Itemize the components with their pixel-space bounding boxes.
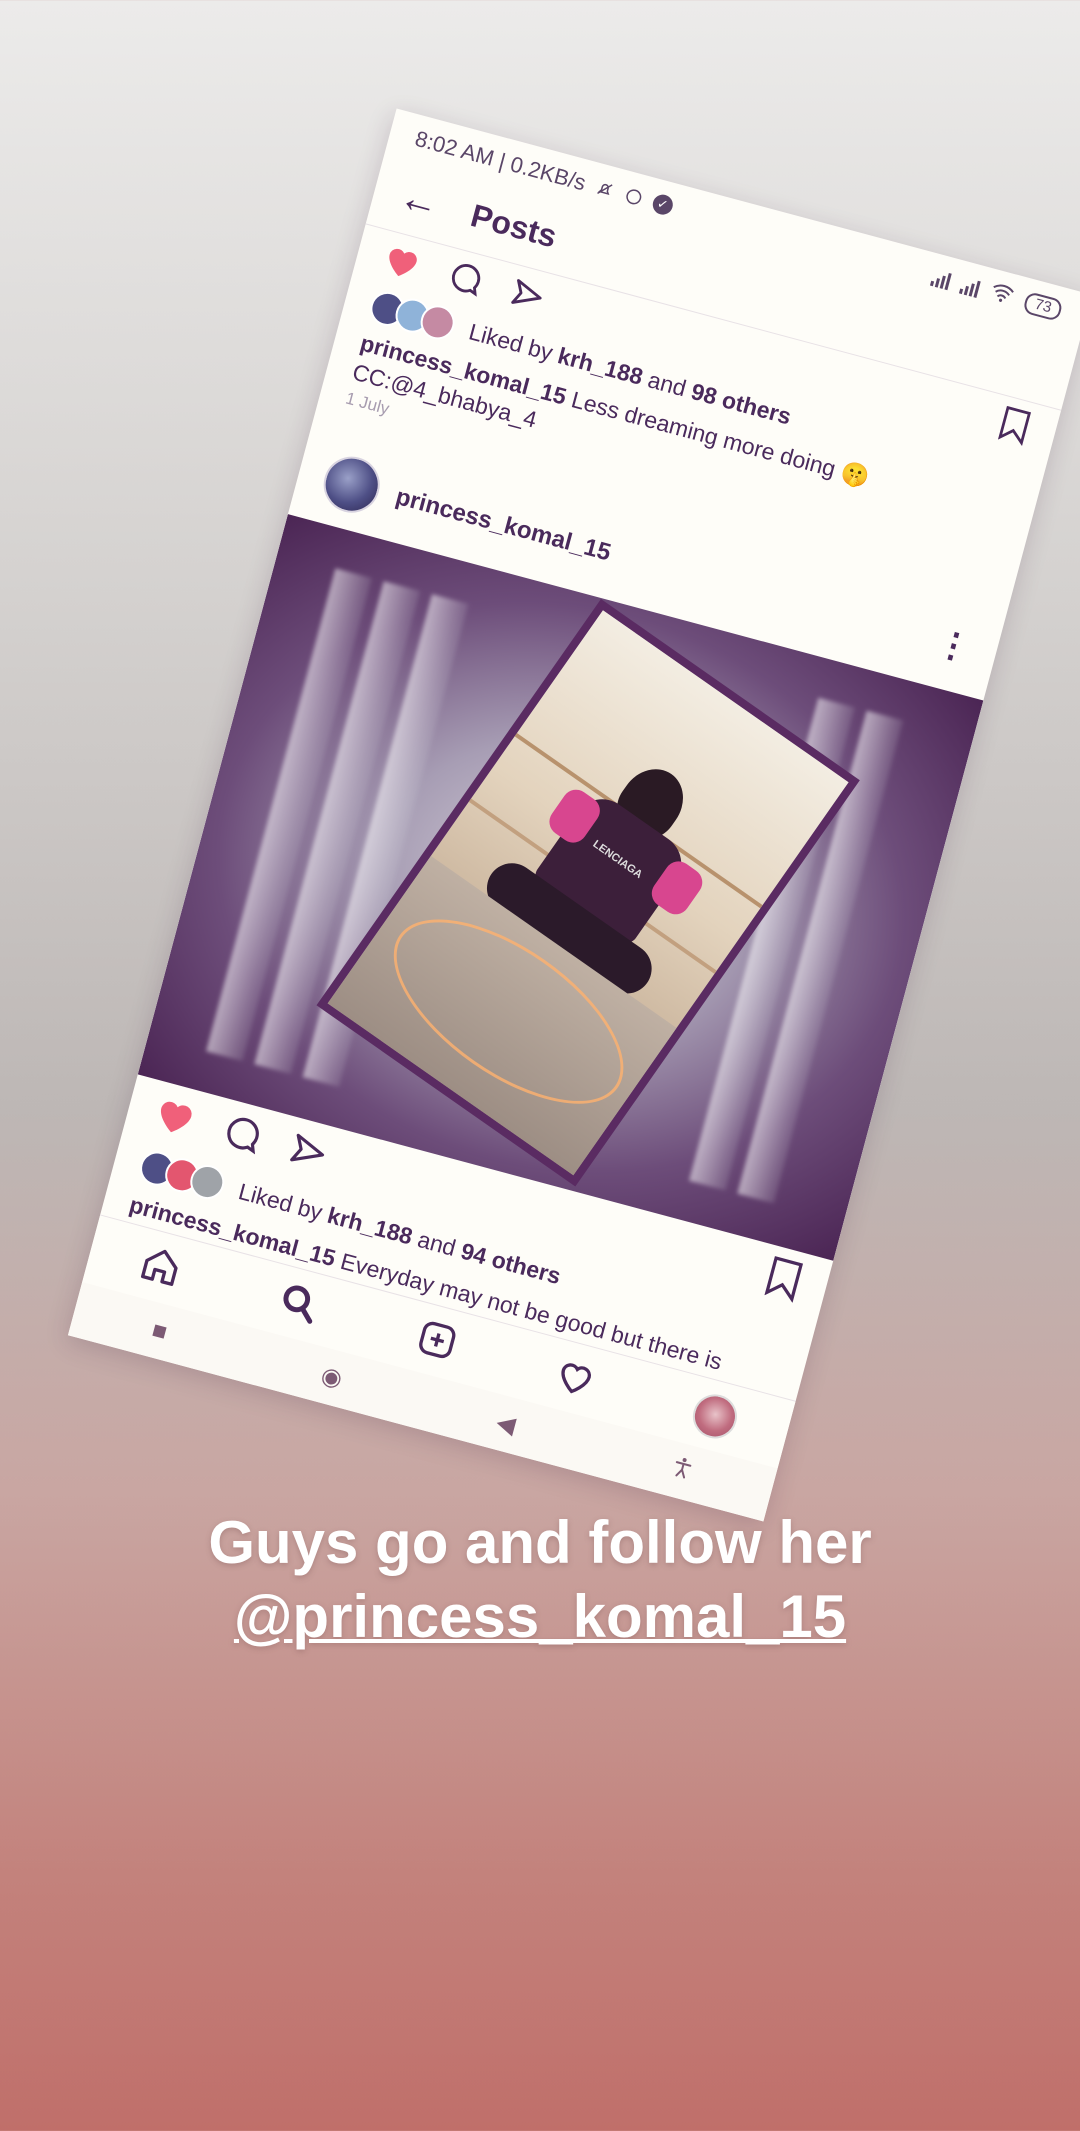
bookmark-icon-prev[interactable] <box>994 403 1034 450</box>
page-title: Posts <box>467 197 561 255</box>
battery-indicator: 73 <box>1022 291 1064 322</box>
overlay-caption-line1: Guys go and follow her <box>208 1509 872 1576</box>
like-icon[interactable] <box>149 1091 201 1143</box>
share-icon[interactable] <box>284 1127 332 1178</box>
mute-icon <box>592 177 616 201</box>
phone-screenshot: 8:02 AM | 0.2KB/s ✓ 73 ← Posts Liked by … <box>67 108 1080 1522</box>
comment-icon[interactable] <box>219 1110 267 1161</box>
home-circle-icon[interactable]: ◉ <box>318 1361 346 1394</box>
signal-icon-2 <box>959 276 982 299</box>
liked-by-and: and <box>645 365 690 401</box>
profile-avatar[interactable] <box>688 1389 743 1444</box>
home-icon[interactable] <box>135 1241 185 1295</box>
signal-icon <box>930 268 953 291</box>
accessibility-icon[interactable] <box>666 1453 697 1489</box>
more-options-icon[interactable]: ⋮ <box>932 623 975 669</box>
recents-square-icon[interactable]: ■ <box>149 1316 170 1347</box>
share-icon-prev[interactable] <box>506 273 549 319</box>
bookmark-icon[interactable] <box>761 1253 806 1307</box>
caption-emoji: 🤫 <box>837 458 873 491</box>
check-badge-icon: ✓ <box>650 192 675 217</box>
back-triangle-icon[interactable]: ◀ <box>493 1408 518 1441</box>
like-icon-prev[interactable] <box>378 239 425 287</box>
overlay-mention-link[interactable]: @princess_komal_15 <box>0 1582 1080 1651</box>
whatsapp-icon <box>621 185 645 209</box>
search-icon[interactable] <box>273 1278 323 1332</box>
new-post-icon[interactable] <box>412 1315 462 1369</box>
back-arrow-icon[interactable]: ← <box>394 174 445 228</box>
liked-by-and: and <box>415 1225 459 1261</box>
avatar[interactable] <box>317 450 387 519</box>
comment-icon-prev[interactable] <box>444 257 487 303</box>
activity-heart-icon[interactable] <box>550 1353 600 1405</box>
wifi-icon <box>987 280 1017 311</box>
